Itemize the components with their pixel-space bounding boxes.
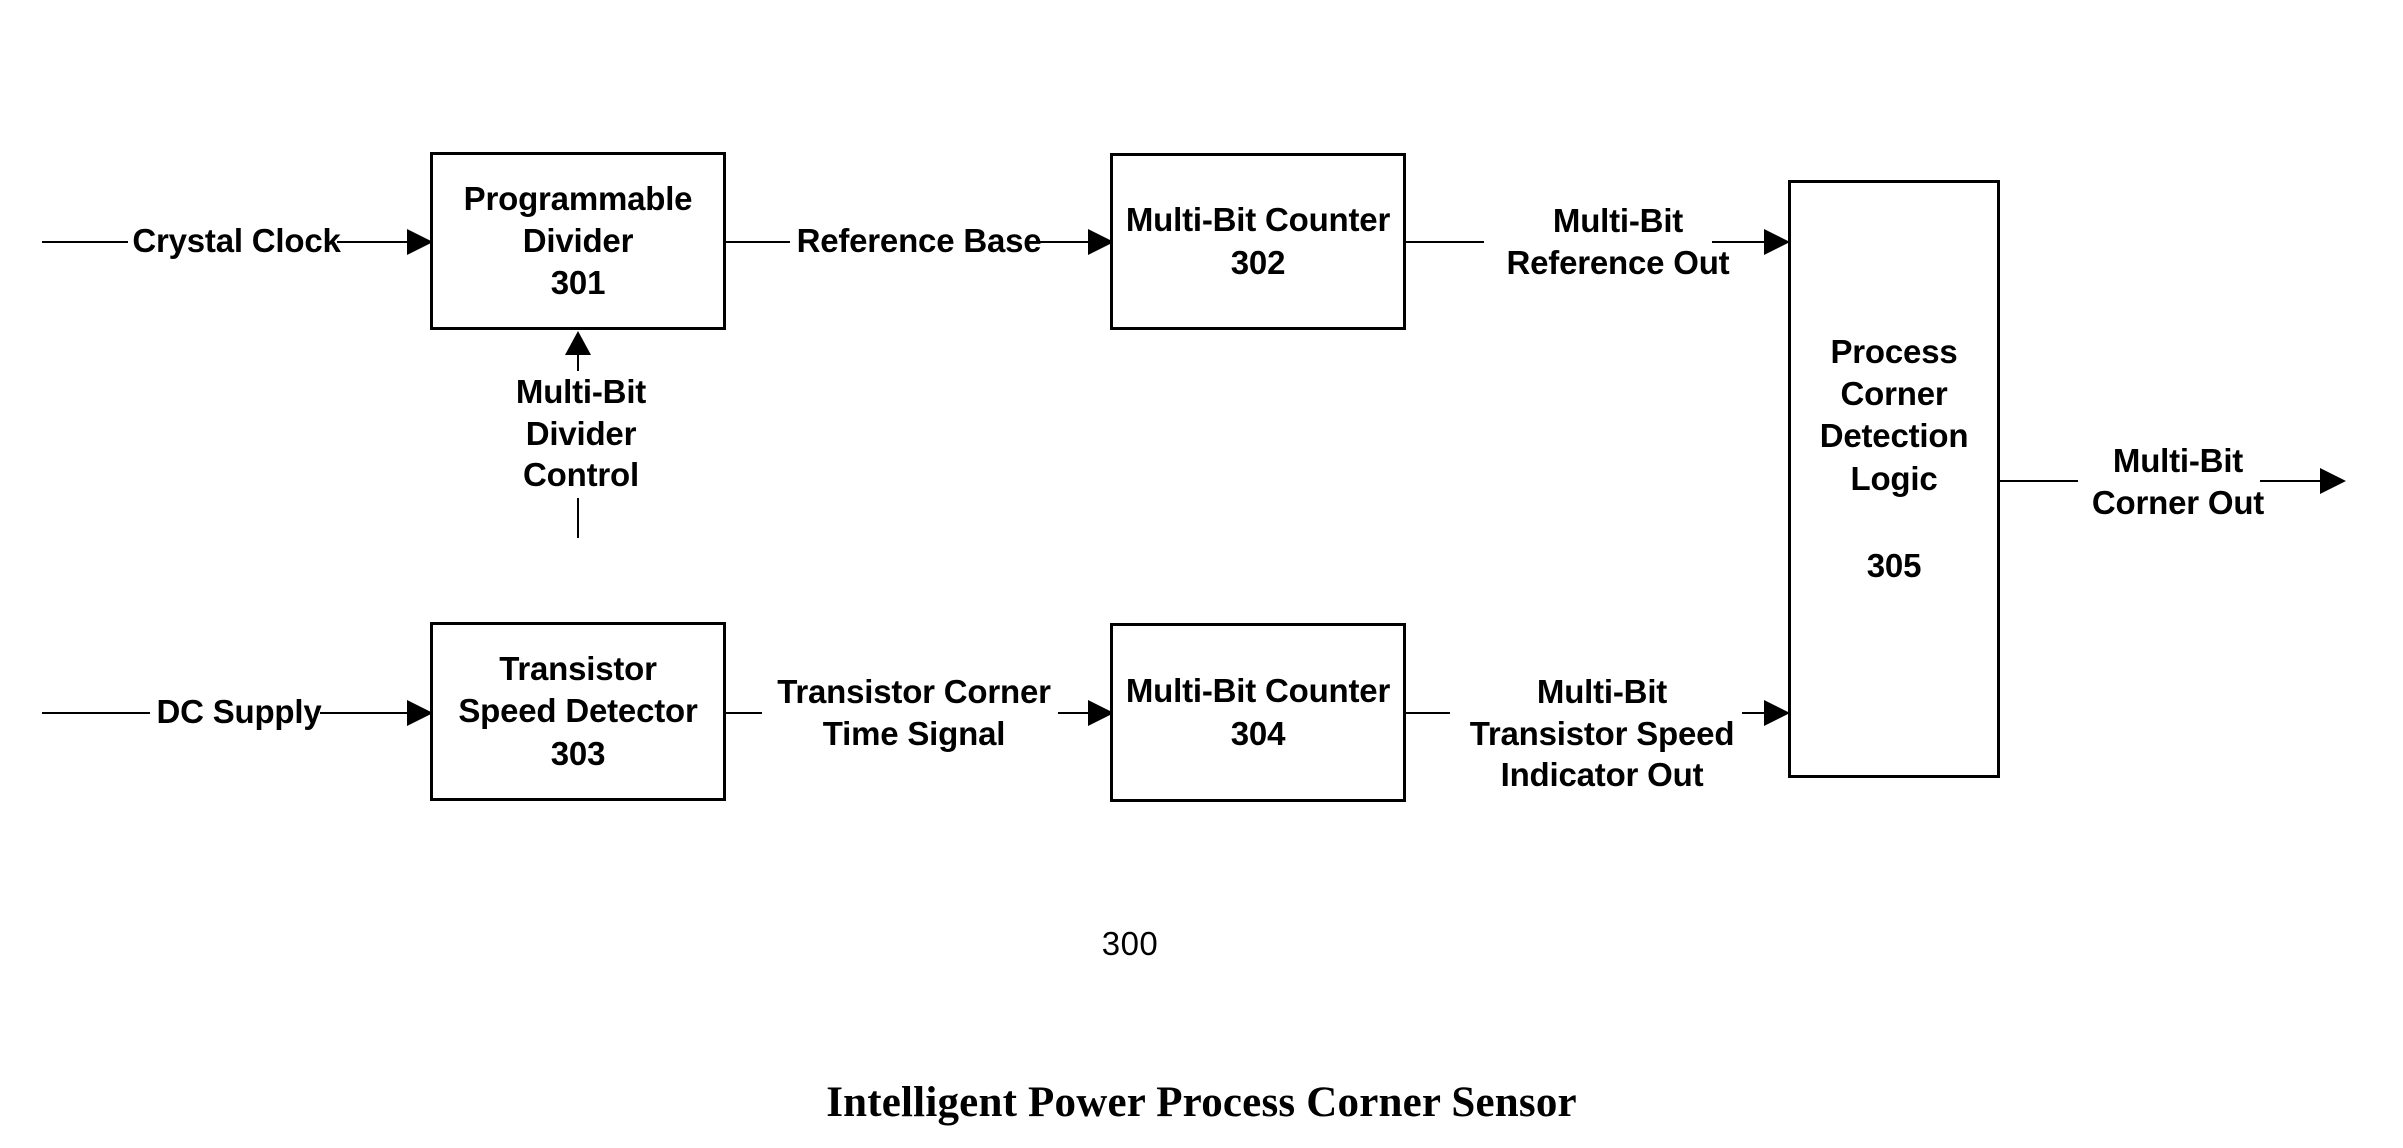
wire-dc-supply-left [42, 712, 150, 714]
wire-crystal-clock-left [42, 241, 128, 243]
block-transistor-speed-detector[interactable]: Transistor Speed Detector 303 [430, 622, 726, 801]
detection-logic-refnum: 305 [1866, 547, 1922, 584]
detection-logic-title: Process Corner Detection Logic [1819, 333, 1969, 497]
block-multibit-counter-304[interactable]: Multi-Bit Counter 304 [1110, 623, 1406, 802]
block-multibit-counter-302[interactable]: Multi-Bit Counter 302 [1110, 153, 1406, 330]
signal-label-transistor-corner-time-signal: Transistor Corner Time Signal [762, 671, 1066, 755]
wire-reference-base-left [726, 241, 790, 243]
wire-multibit-transistor-speed-out-left [1406, 712, 1456, 714]
arrowhead-reference-into-logic-icon [1764, 229, 1790, 255]
arrowhead-speed-into-logic-icon [1764, 700, 1790, 726]
block-process-corner-detection-logic[interactable]: Process Corner Detection Logic 305 [1788, 180, 2000, 778]
block-programmable-divider[interactable]: Programmable Divider 301 [430, 152, 726, 330]
signal-label-crystal-clock: Crystal Clock [128, 220, 345, 262]
signal-label-reference-base: Reference Base [790, 220, 1048, 262]
figure-caption: Intelligent Power Process Corner Sensor [826, 1079, 1577, 1126]
wire-divider-control-lower [577, 498, 579, 538]
signal-label-dc-supply: DC Supply [150, 691, 328, 733]
wire-divider-control-upper [577, 352, 579, 372]
figure-canvas: Crystal Clock Programmable Divider 301 R… [0, 0, 2403, 1148]
wire-dc-supply-right [320, 712, 415, 714]
wire-multibit-corner-out-left [2000, 480, 2086, 482]
wire-crystal-clock-right [337, 241, 415, 243]
figure-number: 300 [1101, 925, 1159, 962]
wire-multibit-corner-out-right [2260, 480, 2326, 482]
signal-label-multibit-transistor-speed-indicator-out: Multi-Bit Transistor Speed Indicator Out [1450, 671, 1754, 796]
signal-label-multibit-corner-out: Multi-Bit Corner Out [2078, 440, 2278, 524]
wire-multibit-reference-out-right [1712, 241, 1770, 243]
wire-multibit-reference-out-left [1406, 241, 1490, 243]
signal-label-multibit-divider-control: Multi-Bit Divider Control [462, 371, 700, 496]
arrowhead-corner-out-icon [2320, 468, 2346, 494]
